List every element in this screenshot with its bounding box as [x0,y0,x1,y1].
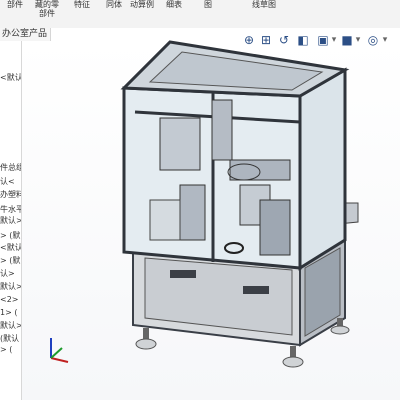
drawer-handle-right [243,286,269,294]
axis-triad [50,338,69,363]
machine-model[interactable] [0,0,400,400]
drawer-handle-left [170,270,196,278]
